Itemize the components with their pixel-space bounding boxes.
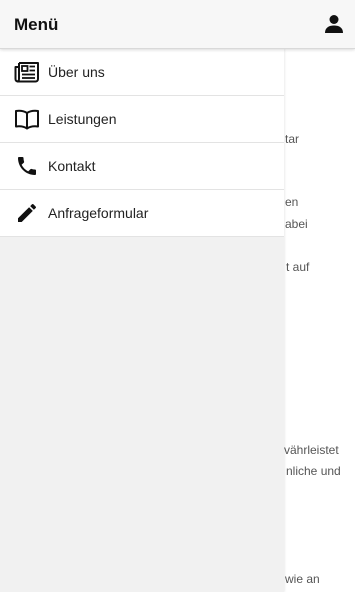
background-text-line: t auf [286,260,310,274]
background-text-line: nliche und [286,464,341,478]
menu-item-label: Über uns [48,64,105,80]
background-text-line: tar [285,132,300,146]
menu-item-label: Kontakt [48,158,96,174]
menu-item-label: Leistungen [48,111,117,127]
background-text-line: abei [285,217,308,231]
background-text-line: vährleistet [284,443,339,457]
menu-title: Menü [14,15,59,34]
pencil-icon [14,201,40,225]
menu-list: Über uns Leistungen Kontakt Anfrageformu… [0,49,284,237]
user-icon[interactable] [323,13,345,35]
background-text-line: wie an [285,572,320,586]
menu-item-leistungen[interactable]: Leistungen [0,96,284,143]
menu-item-anfrageformular[interactable]: Anfrageformular [0,190,284,237]
background-text-line: en [285,195,299,209]
menu-item-kontakt[interactable]: Kontakt [0,143,284,190]
page: tar en abei t auf vährleistet nliche und… [0,0,355,592]
header-bar: Menü [0,0,355,49]
side-drawer: Über uns Leistungen Kontakt Anfrageformu… [0,49,284,592]
phone-icon [14,154,40,178]
newspaper-icon [14,60,40,84]
menu-item-ueber-uns[interactable]: Über uns [0,49,284,96]
menu-item-label: Anfrageformular [48,205,149,221]
book-open-icon [14,107,40,131]
